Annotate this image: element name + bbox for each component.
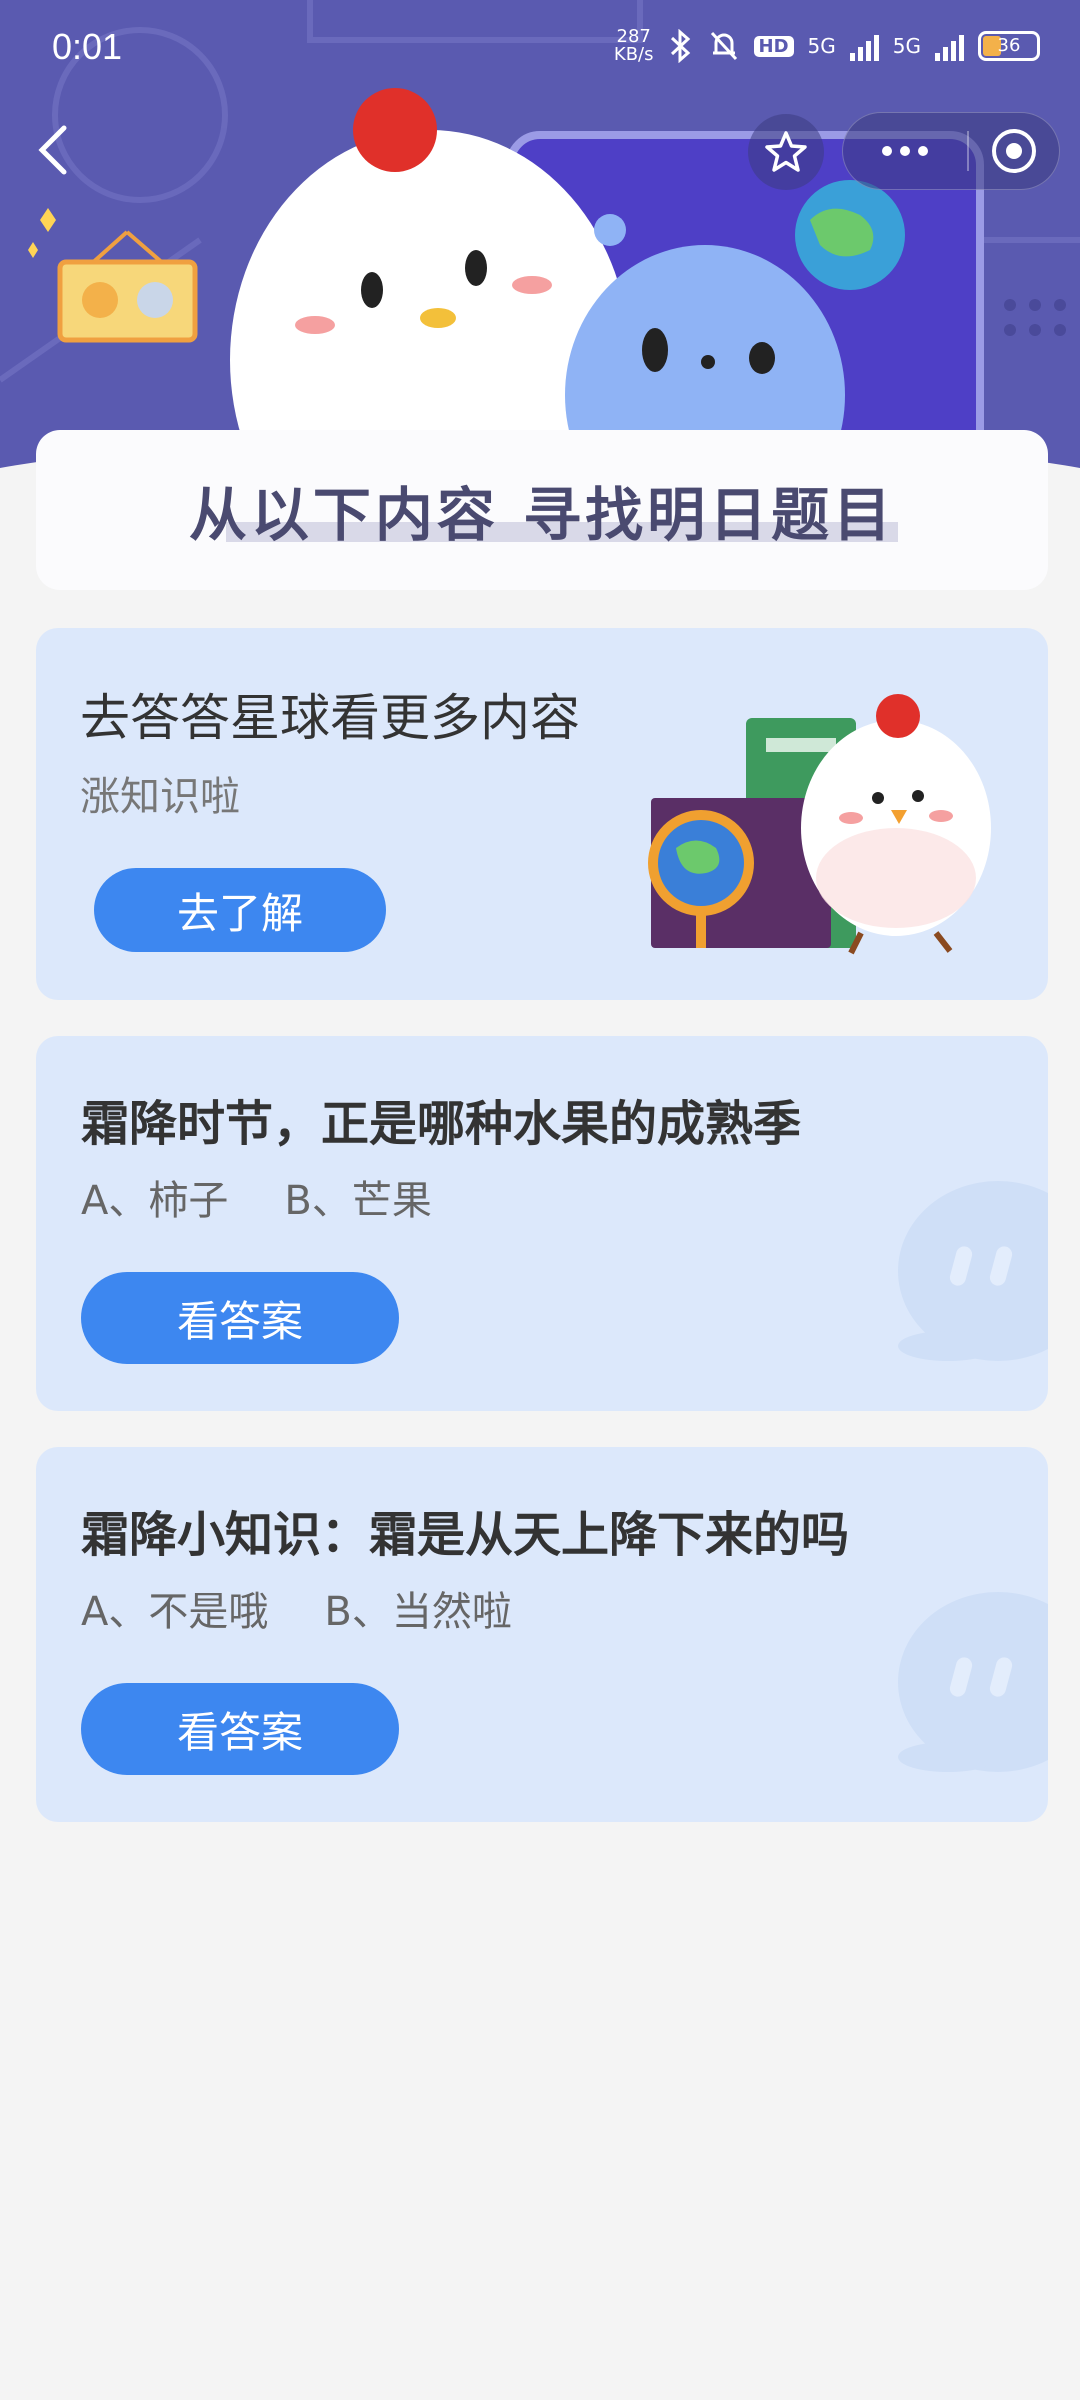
bluetooth-icon — [670, 29, 690, 63]
signal-icon-2 — [935, 31, 964, 61]
close-mini-program-button[interactable] — [969, 126, 1059, 176]
question-options: A、不是哦 B、当然啦 — [81, 1579, 512, 1637]
banner-title: 从以下内容 寻找明日题目 — [188, 481, 896, 549]
chevron-left-icon — [38, 125, 67, 175]
signal-5g-label-1: 5G — [807, 34, 836, 58]
chicken-globe-illustration — [648, 694, 991, 955]
mute-bell-icon — [710, 31, 737, 61]
speech-bubble-icon — [898, 1592, 1048, 1772]
signal-5g-label-2: 5G — [892, 34, 921, 58]
more-button[interactable] — [843, 113, 967, 189]
title-banner: 从以下内容 寻找明日题目 — [36, 430, 1048, 590]
battery-level: 36 — [997, 35, 1021, 56]
view-answer-button[interactable]: 看答案 — [81, 1683, 399, 1775]
network-speed: 287 KB/s — [614, 28, 654, 64]
status-icons: 287 KB/s HD 5G 5G 36 — [614, 28, 1040, 64]
speech-bubble-icon — [898, 1181, 1048, 1361]
question-options: A、柿子 B、芒果 — [81, 1168, 432, 1226]
option-b: B、当然啦 — [324, 1589, 512, 1635]
signal-icon — [849, 31, 879, 61]
mini-program-capsule — [842, 112, 1060, 190]
promo-title: 去答答星球看更多内容 — [80, 689, 580, 747]
hd-voice-icon: HD — [753, 35, 794, 57]
question-title: 霜降小知识：霜是从天上降下来的吗 — [81, 1507, 850, 1563]
option-b: B、芒果 — [284, 1178, 432, 1224]
back-button[interactable] — [26, 120, 86, 180]
option-a: A、不是哦 — [81, 1589, 269, 1635]
status-time: 0:01 — [52, 26, 123, 67]
battery-icon: 36 — [978, 31, 1040, 61]
promo-subtitle: 涨知识啦 — [80, 774, 240, 820]
question-title: 霜降时节，正是哪种水果的成熟季 — [81, 1096, 802, 1152]
promo-card: 去答答星球看更多内容 涨知识啦 去了解 — [36, 628, 1048, 1000]
option-a: A、柿子 — [81, 1178, 229, 1224]
star-icon — [765, 131, 807, 172]
view-answer-button[interactable]: 看答案 — [81, 1272, 399, 1364]
favorite-button[interactable] — [748, 114, 824, 190]
question-card: 霜降小知识：霜是从天上降下来的吗 A、不是哦 B、当然啦 看答案 — [36, 1447, 1048, 1822]
medal-frame-icon — [28, 208, 198, 343]
learn-more-button[interactable]: 去了解 — [94, 868, 386, 952]
target-circle-icon — [992, 129, 1036, 173]
network-speed-unit: KB/s — [613, 44, 654, 65]
question-card: 霜降时节，正是哪种水果的成熟季 A、柿子 B、芒果 看答案 — [36, 1036, 1048, 1411]
status-bar: 0:01 287 KB/s HD 5G 5G 36 — [0, 0, 1080, 100]
